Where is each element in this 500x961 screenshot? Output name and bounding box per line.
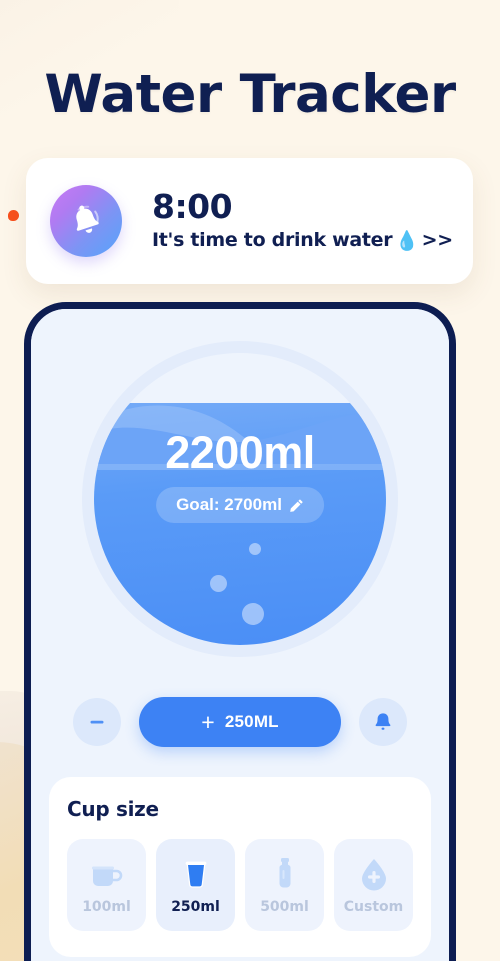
- notification-time: 8:00: [152, 187, 233, 227]
- goal-badge[interactable]: Goal: 2700ml: [156, 487, 324, 523]
- cup-option-500ml[interactable]: 500ml: [245, 839, 324, 931]
- notification-card[interactable]: 8:00 It's time to drink water 💧 >>: [26, 158, 473, 284]
- page-title: Water Tracker: [44, 64, 456, 125]
- water-bubble-medium: [210, 575, 227, 592]
- phone-frame: 2200ml Goal: 2700ml + 250ML Cup size 100…: [24, 302, 456, 961]
- notification-message-text: It's time to drink water: [152, 229, 393, 252]
- add-water-label: 250ML: [224, 712, 279, 731]
- cup-option-label: 500ml: [260, 899, 309, 915]
- decrease-button[interactable]: [73, 698, 121, 746]
- mug-icon: [89, 855, 125, 891]
- notification-message-row: It's time to drink water 💧 >>: [152, 229, 453, 252]
- water-droplet-icon: 💧: [395, 229, 419, 252]
- notification-chevron: >>: [421, 229, 454, 252]
- water-bubble-large: [242, 603, 264, 625]
- phone-screen: 2200ml Goal: 2700ml + 250ML Cup size 100…: [31, 309, 449, 961]
- bottle-icon: [267, 855, 303, 891]
- pencil-icon: [290, 498, 303, 512]
- cup-option-label: Custom: [343, 899, 404, 915]
- cup-option-250ml[interactable]: 250ml: [156, 839, 235, 931]
- cup-size-options: 100ml 250ml 500ml Custom: [67, 839, 413, 931]
- bell-icon: [76, 205, 99, 233]
- water-amount-value: 2200ml: [165, 427, 315, 478]
- droplet-plus-icon: [357, 855, 391, 891]
- cup-option-100ml[interactable]: 100ml: [67, 839, 146, 931]
- cup-option-label: 250ml: [171, 899, 220, 915]
- water-progress-ring: 2200ml Goal: 2700ml: [82, 341, 398, 657]
- water-bubble-small: [249, 543, 261, 555]
- bell-icon: [375, 713, 391, 730]
- water-progress-circle[interactable]: 2200ml Goal: 2700ml: [94, 353, 386, 645]
- cup-size-card: Cup size 100ml 250ml 500ml Custom: [49, 777, 431, 957]
- reminder-button[interactable]: [359, 698, 407, 746]
- cup-option-label: 100ml: [82, 899, 131, 915]
- notification-bell-avatar: [50, 185, 122, 257]
- action-row: + 250ML: [31, 697, 449, 747]
- decor-dot-orange-left: [8, 210, 19, 221]
- plus-icon: +: [201, 708, 215, 735]
- glass-icon: [178, 855, 214, 891]
- goal-label: Goal: 2700ml: [176, 495, 282, 514]
- cup-size-title: Cup size: [67, 797, 159, 821]
- notification-text-group: 8:00 It's time to drink water 💧 >>: [152, 187, 453, 252]
- cup-option-custom[interactable]: Custom: [334, 839, 413, 931]
- minus-icon: [90, 720, 104, 724]
- add-water-button[interactable]: + 250ML: [139, 697, 341, 747]
